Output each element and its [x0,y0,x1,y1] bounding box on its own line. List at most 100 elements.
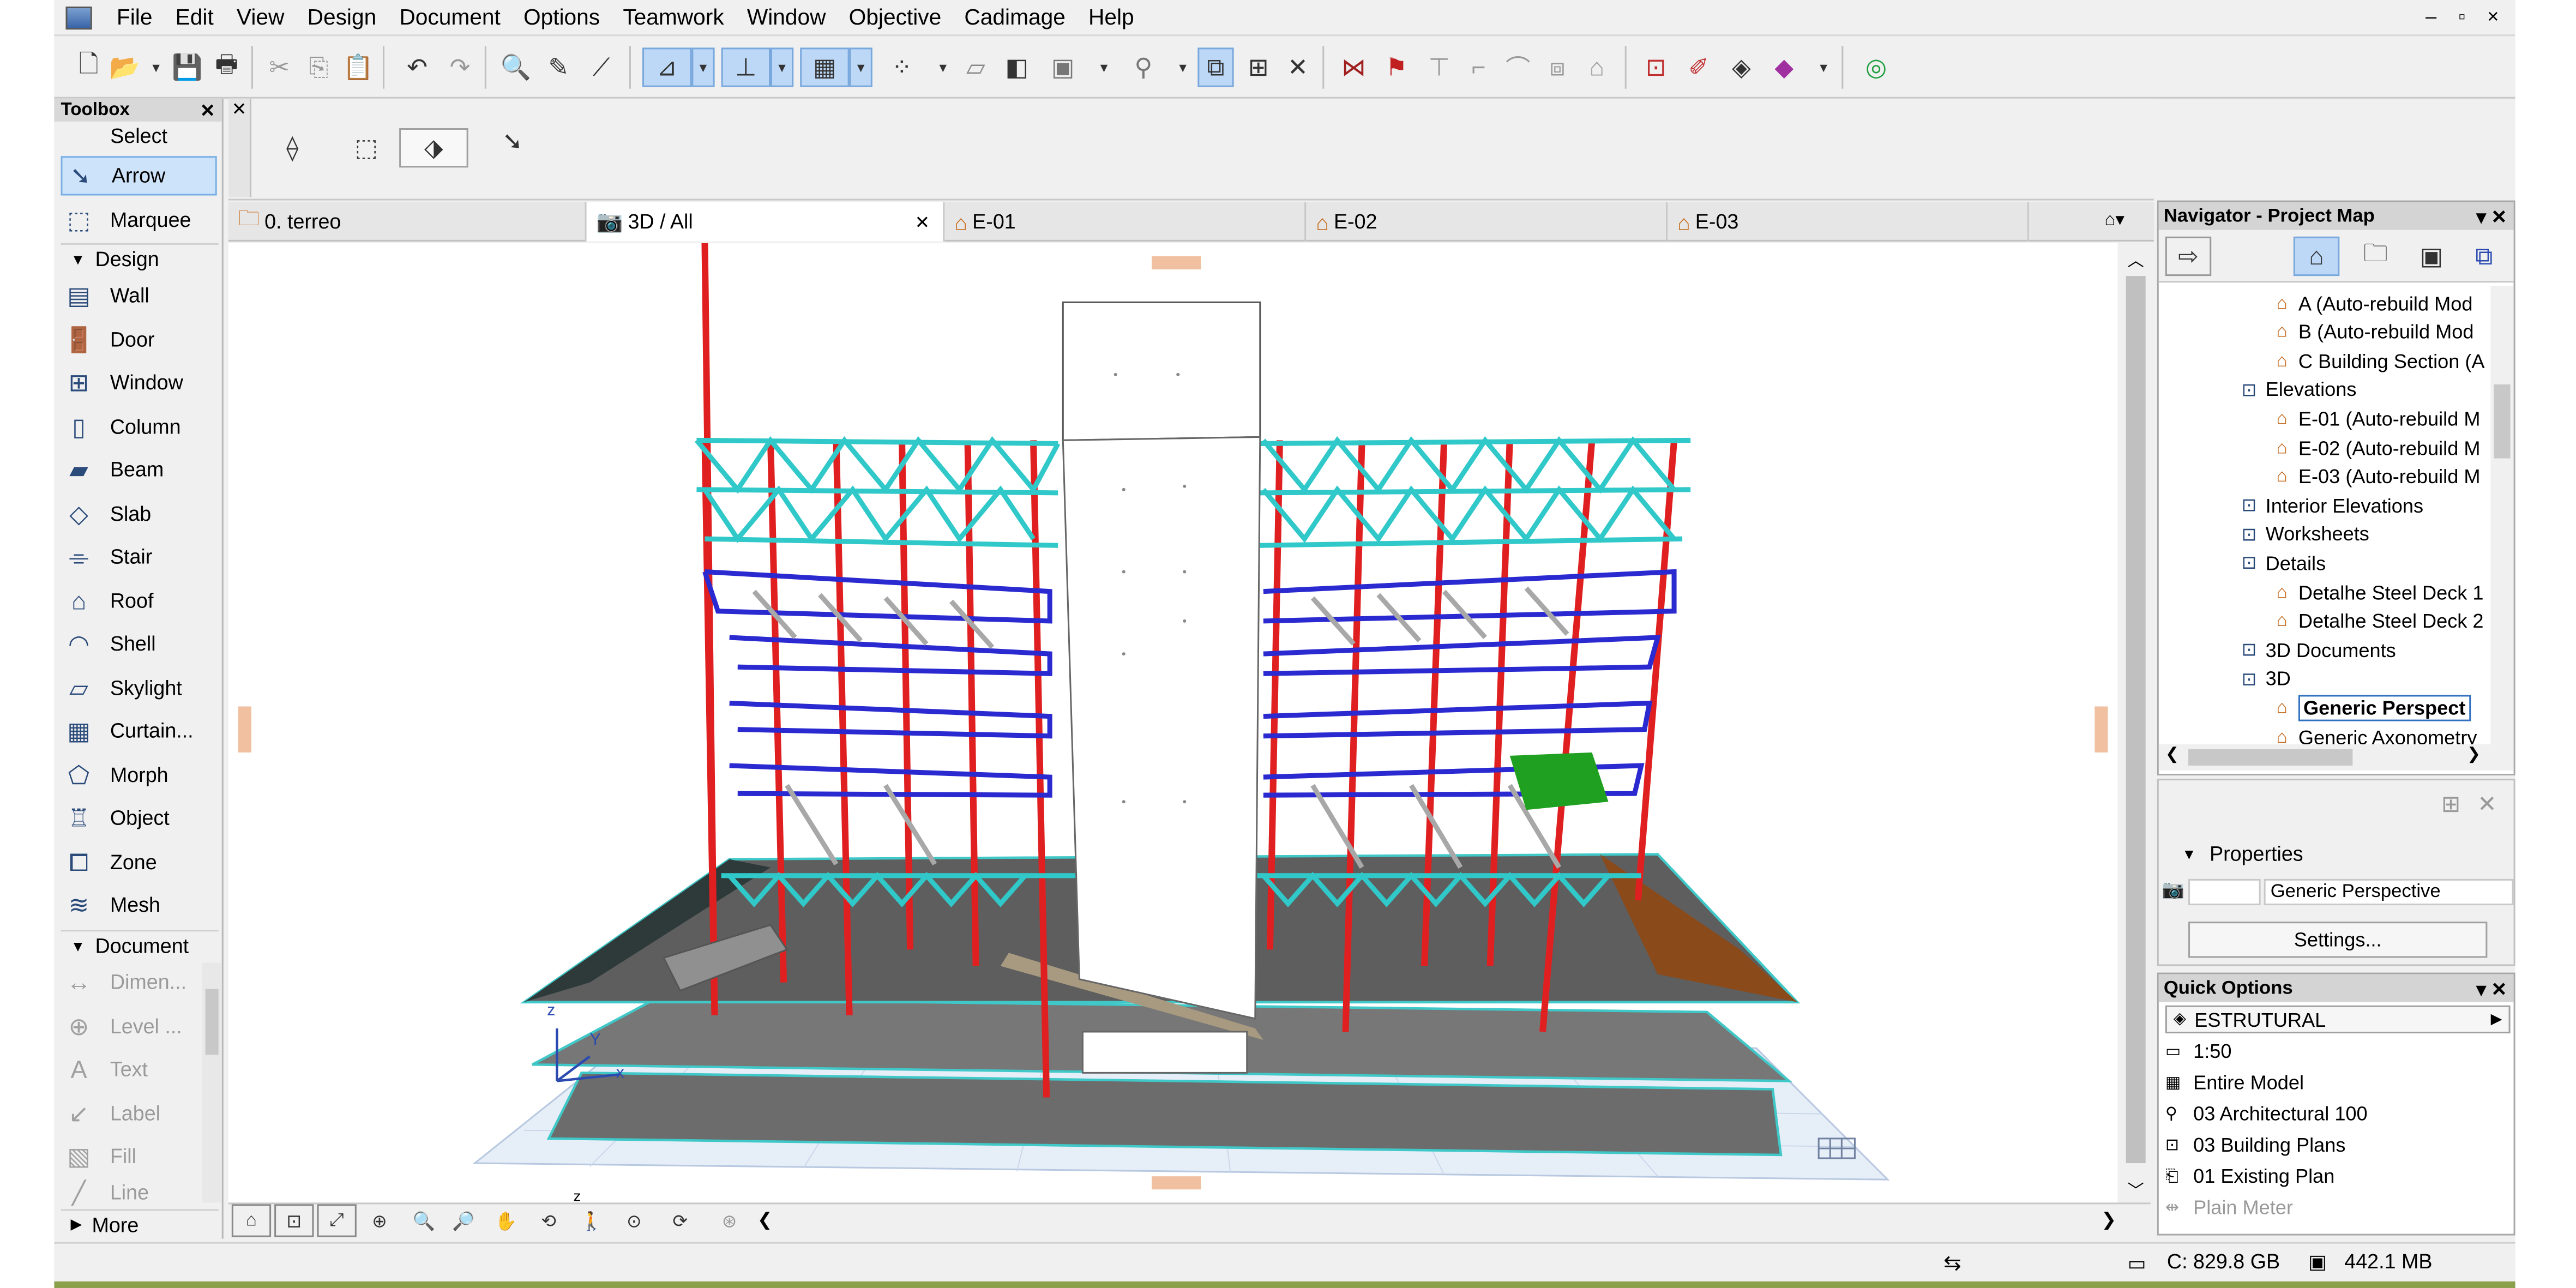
tool-dimension[interactable]: ↔ Dimen... [61,963,198,1002]
selection-method-icon[interactable]: ⟠ [268,128,317,167]
move-icon[interactable]: ⊡ [1638,47,1674,87]
cut-icon[interactable]: ✂ [261,47,297,87]
syringe-icon[interactable]: ⟋ [583,47,619,87]
zoom-next-icon[interactable]: ⟳ [659,1204,701,1237]
tool-wall[interactable]: ▤ Wall [61,276,216,315]
menu-objective[interactable]: Objective [838,5,953,29]
panel-menu-icon[interactable]: ▾ ✕ [2476,204,2507,227]
tool-column[interactable]: ▯ Column [61,407,216,447]
navigator-tree-item[interactable]: ⊡ Worksheets [2237,520,2369,548]
guide-lines-icon[interactable]: ⊿ [642,47,692,87]
menu-document[interactable]: Document [388,5,512,29]
navigator-tree-item[interactable]: ⊡ Details [2237,549,2326,577]
arrange-dropdown-icon[interactable]: ▾ [1086,47,1122,87]
suspend-groups-icon[interactable]: ⧉ [1197,47,1234,87]
bring-front-icon[interactable]: ▣ [1045,47,1081,87]
publisher-icon[interactable]: ⧉ [2464,237,2503,276]
tool-marquee[interactable]: ⬚ Marquee [61,201,216,240]
offset-icon[interactable]: ⧈ [1539,47,1575,87]
trace-icon[interactable]: ▱ [958,47,994,87]
model-view-option[interactable]: ⊡ 03 Building Plans [2165,1130,2346,1160]
tool-morph[interactable]: ⬠ Morph [61,756,216,795]
grid-dropdown-icon[interactable]: ▾ [849,47,872,87]
view-3d-icon[interactable]: ⌂ [231,1204,272,1237]
view-name-field[interactable]: Generic Perspective [2264,878,2514,906]
group-document[interactable]: ▼ Document [61,930,219,960]
renovation-icon[interactable]: ◆ [1766,47,1802,87]
scale-option[interactable]: ▭ 1:50 [2165,1037,2232,1066]
window-controls[interactable]: – ▫ × [2425,5,2507,28]
tool-arrow[interactable]: ➘ Arrow [61,156,217,196]
fillet-icon[interactable]: ⌒ [1500,47,1536,87]
tab-e01[interactable]: ⌂ E-01 [944,202,1307,242]
layer-combo-icon[interactable]: ◈ [1723,47,1759,87]
tool-stair[interactable]: ⌯ Stair [61,537,216,576]
roof-trim-icon[interactable]: ⌂ [1579,47,1615,87]
close-icon[interactable]: ✕ [200,99,215,121]
navigator-tree-item[interactable]: ⌂ E-03 (Auto-rebuild M [2271,462,2481,490]
navigator-tree-item[interactable]: ⊡ 3D [2237,665,2291,693]
explore-icon[interactable]: 🚶 [573,1204,609,1237]
snap-dropdown-icon[interactable]: ▾ [771,47,794,87]
grid-display-icon[interactable]: ⁘ [884,47,920,87]
menu-options[interactable]: Options [512,5,611,29]
view-id-field[interactable] [2188,878,2261,906]
paint-icon[interactable]: ✐ [1681,47,1717,87]
tool-beam[interactable]: ▰ Beam [61,450,216,490]
grid-snap-icon[interactable]: ▦ [800,47,850,87]
navigator-tree-item[interactable]: ⌂ E-01 (Auto-rebuild M [2271,405,2481,432]
eyedropper-icon[interactable]: ✎ [540,47,576,87]
close-x-icon[interactable]: ✕ [1280,47,1316,87]
zoom-dropdown-icon[interactable]: ⊛ [708,1204,751,1237]
3d-viewport[interactable]: z Y x [228,243,2118,1203]
paste-icon[interactable]: 📋 [340,47,376,87]
pen-set-option[interactable]: ⚲ 03 Architectural 100 [2165,1099,2368,1129]
navigator-tree-item[interactable]: ⊡ Interior Elevations [2237,491,2423,519]
app-icon[interactable] [65,5,92,29]
toolbox-scrollbar[interactable] [202,962,222,1203]
guide-dropdown-icon[interactable]: ▾ [691,47,715,87]
lock-dropdown-icon[interactable]: ▾ [1165,47,1201,87]
layout-book-icon[interactable]: ▣ [2412,237,2451,276]
tool-fill[interactable]: ▧ Fill [61,1137,198,1176]
adjust-icon[interactable]: ⊤ [1421,47,1457,87]
print-icon[interactable]: 🖶 [209,47,245,87]
copy-icon[interactable]: ⎘ [300,47,336,87]
snap-guides-icon[interactable]: ⊥ [721,47,771,87]
layer-icon[interactable]: ◧ [999,47,1035,87]
zoom-window-icon[interactable]: ⊡ [274,1204,314,1237]
undo-icon[interactable]: ↶ [399,47,435,87]
close-icon[interactable]: ✕ [232,99,247,120]
menu-edit[interactable]: Edit [164,5,225,29]
delete-view-icon[interactable]: ✕ [2477,790,2496,818]
scroll-thumb[interactable] [2126,276,2146,1164]
tool-slab[interactable]: ◇ Slab [61,495,216,534]
arrow-select-icon[interactable]: ➘ [491,122,534,161]
bimx-icon[interactable]: ◎ [1858,47,1894,87]
tool-line[interactable]: ╱ Line [61,1179,198,1206]
intersect-icon[interactable]: ⌐ [1460,47,1496,87]
scroll-left-icon[interactable]: ❮ [757,1209,773,1230]
marquee-shape-icon[interactable]: ⬚ [344,128,389,167]
tool-label-tool[interactable]: ↙ Label [61,1094,198,1134]
tool-skylight[interactable]: ▱ Skylight [61,669,216,708]
structure-display-option[interactable]: ▦ Entire Model [2165,1068,2304,1097]
layer-combination-select[interactable]: ◈ ESTRUTURAL ▶ [2165,1005,2511,1034]
tab-terreo[interactable]: 🗀 0. terreo [228,202,587,242]
navigator-tree-item[interactable]: ⌂ Generic Perspect [2271,694,2471,722]
navigator-tree-item[interactable]: ⊡ Elevations [2237,376,2357,404]
group-more[interactable]: ▶ More [61,1209,219,1239]
view-map-icon[interactable]: 🗀 [2356,237,2395,276]
close-tab-icon[interactable]: ✕ [914,211,930,232]
navigator-tree-item[interactable]: ⌂ Detalhe Steel Deck 2 [2271,607,2484,635]
tab-e03[interactable]: ⌂ E-03 [1668,202,2029,242]
tab-list-icon[interactable]: ⌂▾ [2104,209,2124,230]
fit-window-icon[interactable]: ⤢ [317,1204,357,1237]
scroll-up-icon[interactable]: ︿ [2128,246,2144,271]
tool-door[interactable]: 🚪 Door [61,320,216,359]
tool-level-dimension[interactable]: ⊕ Level ... [61,1007,198,1046]
menu-help[interactable]: Help [1077,5,1146,29]
menu-teamwork[interactable]: Teamwork [611,5,736,29]
sync-icon[interactable]: ⇆ [1943,1250,1961,1277]
navigator-tree-item[interactable]: ⌂ E-02 (Auto-rebuild M [2271,434,2481,461]
